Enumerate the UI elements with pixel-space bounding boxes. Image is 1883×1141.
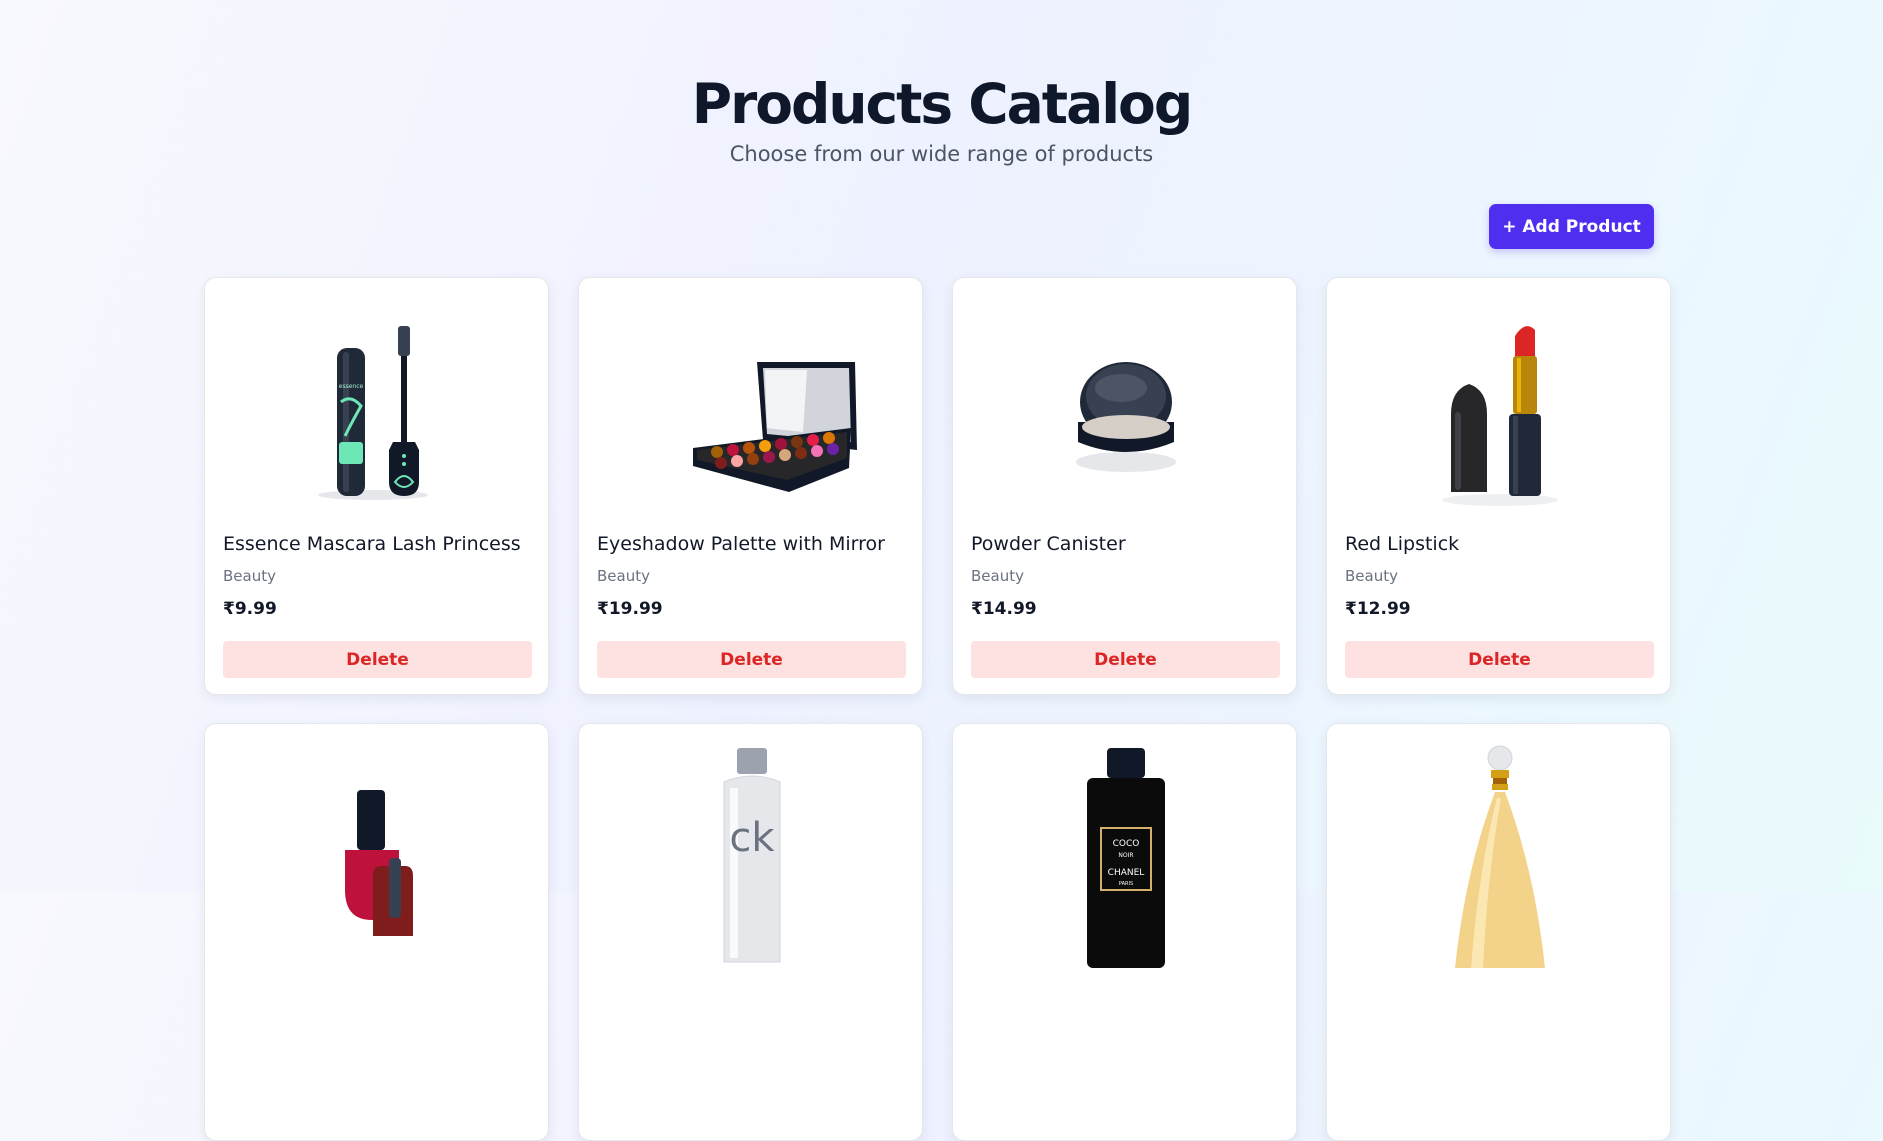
chanel-bottle-image: COCO NOIR CHANEL PARIS bbox=[971, 738, 1280, 968]
chanel-brand-text: CHANEL bbox=[1108, 868, 1145, 878]
delete-button[interactable]: Delete bbox=[597, 641, 906, 678]
dior-bottle-image bbox=[1345, 738, 1654, 968]
product-card: ck bbox=[578, 723, 923, 1141]
product-card: Red Lipstick Beauty ₹12.99 Delete bbox=[1326, 277, 1671, 695]
mascara-image: essence bbox=[223, 292, 532, 522]
product-card bbox=[1326, 723, 1671, 1141]
delete-button[interactable]: Delete bbox=[223, 641, 532, 678]
perfume-bottle-image: ck bbox=[597, 738, 906, 968]
product-name: Eyeshadow Palette with Mirror bbox=[597, 533, 885, 555]
chanel-paris-text: PARIS bbox=[1119, 881, 1133, 887]
product-category: Beauty bbox=[971, 567, 1024, 585]
product-price: ₹14.99 bbox=[971, 599, 1037, 619]
page-header: Products Catalog Choose from our wide ra… bbox=[0, 70, 1883, 166]
product-price: ₹19.99 bbox=[597, 599, 663, 619]
chanel-coco-text: COCO bbox=[1113, 839, 1140, 849]
product-name: Powder Canister bbox=[971, 533, 1126, 555]
product-card: Powder Canister Beauty ₹14.99 Delete bbox=[952, 277, 1297, 695]
delete-button[interactable]: Delete bbox=[971, 641, 1280, 678]
eyeshadow-palette-image bbox=[597, 292, 906, 522]
chanel-noir-text: NOIR bbox=[1118, 852, 1133, 859]
product-card: Eyeshadow Palette with Mirror Beauty ₹19… bbox=[578, 277, 923, 695]
product-category: Beauty bbox=[1345, 567, 1398, 585]
page-title: Products Catalog bbox=[691, 72, 1193, 136]
ck-logo-text: ck bbox=[729, 815, 775, 861]
product-price: ₹9.99 bbox=[223, 599, 277, 619]
product-card: essence Essence Mascara Lash Princess Be… bbox=[204, 277, 549, 695]
nail-polish-image bbox=[223, 738, 532, 968]
product-name: Red Lipstick bbox=[1345, 533, 1460, 555]
product-card: COCO NOIR CHANEL PARIS bbox=[952, 723, 1297, 1141]
product-category: Beauty bbox=[223, 567, 276, 585]
add-product-button[interactable]: + Add Product bbox=[1489, 204, 1654, 249]
product-category: Beauty bbox=[597, 567, 650, 585]
page-subtitle: Choose from our wide range of products bbox=[729, 142, 1154, 166]
product-name: Essence Mascara Lash Princess bbox=[223, 533, 521, 555]
mascara-brand-label: essence bbox=[339, 383, 364, 390]
delete-button[interactable]: Delete bbox=[1345, 641, 1654, 678]
product-card bbox=[204, 723, 549, 1141]
product-grid: essence Essence Mascara Lash Princess Be… bbox=[204, 277, 1671, 1141]
powder-canister-image bbox=[971, 292, 1280, 522]
product-price: ₹12.99 bbox=[1345, 599, 1411, 619]
lipstick-image bbox=[1345, 292, 1654, 522]
